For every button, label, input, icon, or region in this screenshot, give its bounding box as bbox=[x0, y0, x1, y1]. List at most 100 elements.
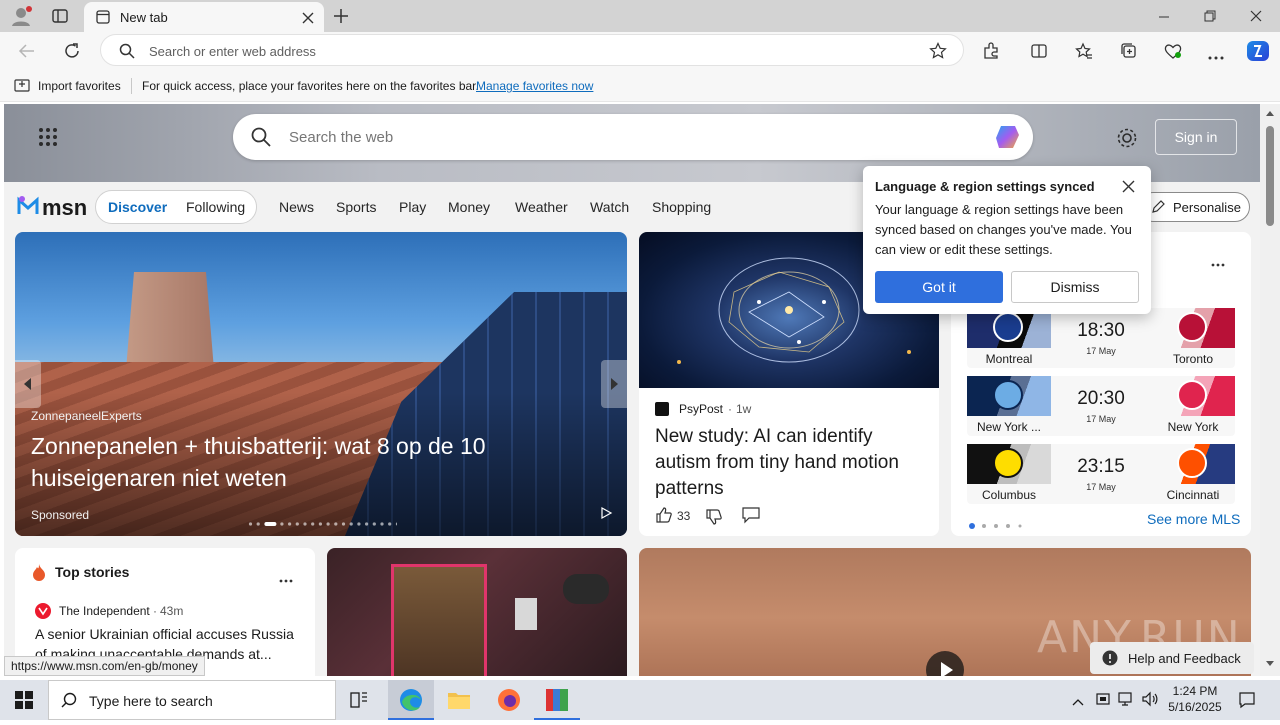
hero-source: ZonnepaneelExperts bbox=[31, 409, 142, 423]
task-view-icon[interactable] bbox=[349, 690, 369, 710]
article-dot: · bbox=[728, 402, 732, 416]
sign-in-button[interactable]: Sign in bbox=[1155, 119, 1237, 155]
edge-taskbar-icon[interactable] bbox=[388, 680, 434, 720]
camera-story-card[interactable] bbox=[327, 548, 627, 676]
web-search-placeholder: Search the web bbox=[289, 129, 394, 146]
tab-new-tab[interactable]: New tab bbox=[84, 2, 324, 32]
ad-choices-icon[interactable] bbox=[599, 506, 613, 520]
got-it-button[interactable]: Got it bbox=[875, 271, 1003, 303]
pencil-icon bbox=[1151, 200, 1165, 214]
match-date: 17 May bbox=[1086, 346, 1116, 356]
carousel-prev-button[interactable] bbox=[15, 360, 41, 408]
back-icon[interactable] bbox=[18, 42, 36, 60]
restore-button[interactable] bbox=[1204, 9, 1216, 22]
nav-shopping[interactable]: Shopping bbox=[652, 199, 711, 215]
nav-play[interactable]: Play bbox=[399, 199, 426, 215]
taskbar-search[interactable]: Type here to search bbox=[48, 680, 336, 720]
import-favorites-button[interactable]: Import favorites bbox=[38, 79, 121, 93]
status-url: https://www.msn.com/en-gb/money bbox=[4, 656, 205, 676]
popup-close-icon[interactable] bbox=[1122, 180, 1135, 193]
top-stories-more-icon[interactable] bbox=[279, 570, 293, 583]
carousel-next-button[interactable] bbox=[601, 360, 627, 408]
nav-news[interactable]: News bbox=[279, 199, 314, 215]
match-row[interactable]: 23:15 17 May Columbus Cincinnati bbox=[967, 444, 1235, 504]
personalise-button[interactable]: Personalise bbox=[1138, 192, 1250, 222]
volume-icon[interactable] bbox=[1141, 691, 1159, 707]
nyrb-logo-icon bbox=[1177, 380, 1207, 410]
dislike-icon[interactable] bbox=[705, 508, 723, 526]
hero-headline[interactable]: Zonnepanelen + thuisbatterij: wat 8 op d… bbox=[31, 430, 551, 494]
play-button[interactable] bbox=[926, 651, 964, 676]
msn-logo-text[interactable]: msn bbox=[42, 195, 87, 221]
refresh-icon[interactable] bbox=[63, 42, 81, 60]
notifications-icon[interactable] bbox=[1238, 691, 1256, 709]
match-time: 20:30 bbox=[1077, 388, 1125, 409]
settings-gear-icon[interactable] bbox=[1116, 127, 1138, 149]
new-tab-button[interactable] bbox=[332, 7, 350, 25]
firefox-icon[interactable] bbox=[497, 688, 521, 712]
profile-icon[interactable] bbox=[10, 5, 32, 27]
copilot-search-icon[interactable] bbox=[993, 123, 1023, 151]
psypost-logo-icon bbox=[655, 402, 669, 416]
show-hidden-icons[interactable] bbox=[1072, 694, 1084, 706]
settings-synced-popup: Language & region settings synced Your l… bbox=[863, 166, 1151, 314]
tab-discover[interactable]: Discover bbox=[108, 199, 167, 215]
article-headline[interactable]: New study: AI can identify autism from t… bbox=[655, 424, 925, 502]
tab-title: New tab bbox=[120, 10, 168, 25]
favorites-icon[interactable] bbox=[1075, 42, 1093, 60]
manage-favorites-link[interactable]: Manage favorites now bbox=[476, 79, 593, 93]
defender-tray-icon[interactable] bbox=[1095, 691, 1111, 707]
tab-actions-icon[interactable] bbox=[52, 8, 68, 24]
carousel-dots[interactable] bbox=[247, 514, 399, 526]
apps-grid-icon[interactable] bbox=[38, 127, 58, 147]
nav-sports[interactable]: Sports bbox=[336, 199, 376, 215]
match-row[interactable]: 18:30 17 May Montreal Toronto bbox=[967, 308, 1235, 368]
copilot-icon[interactable] bbox=[1245, 39, 1271, 63]
winrar-icon[interactable] bbox=[534, 680, 580, 720]
windows-start-icon[interactable] bbox=[15, 691, 33, 709]
nav-money[interactable]: Money bbox=[448, 199, 490, 215]
tab-following[interactable]: Following bbox=[186, 199, 245, 215]
favorites-bar: Import favorites For quick access, place… bbox=[0, 70, 1280, 102]
article-age: 1w bbox=[736, 402, 752, 416]
match-row[interactable]: 20:30 17 May New York ... New York bbox=[967, 376, 1235, 436]
help-feedback-button[interactable]: Help and Feedback bbox=[1090, 642, 1254, 674]
mls-pager-dots[interactable] bbox=[969, 516, 1029, 529]
like-icon[interactable] bbox=[655, 506, 673, 524]
title-bar: New tab bbox=[0, 0, 1280, 32]
taskbar-search-placeholder: Type here to search bbox=[89, 693, 213, 709]
top-stories-title[interactable]: Top stories bbox=[55, 564, 129, 580]
favorite-star-icon[interactable] bbox=[929, 42, 947, 60]
minimize-button[interactable] bbox=[1158, 10, 1170, 22]
vertical-scrollbar[interactable] bbox=[1260, 104, 1280, 676]
nav-weather[interactable]: Weather bbox=[515, 199, 568, 215]
browser-essentials-icon[interactable] bbox=[1163, 42, 1183, 60]
dismiss-button[interactable]: Dismiss bbox=[1011, 271, 1139, 303]
web-search-box[interactable]: Search the web bbox=[233, 114, 1033, 160]
nav-watch[interactable]: Watch bbox=[590, 199, 629, 215]
file-explorer-icon[interactable] bbox=[447, 689, 471, 711]
search-icon bbox=[61, 692, 77, 708]
see-more-mls-link[interactable]: See more MLS bbox=[1147, 511, 1240, 527]
search-icon bbox=[251, 127, 271, 147]
article-source: PsyPost bbox=[679, 402, 724, 416]
collections-icon[interactable] bbox=[1120, 42, 1138, 60]
close-window-button[interactable] bbox=[1250, 9, 1262, 22]
msn-page: Search the web Sign in msn Discover Foll… bbox=[4, 104, 1260, 676]
comment-icon[interactable] bbox=[741, 506, 761, 524]
network-icon[interactable] bbox=[1117, 691, 1135, 707]
more-options-icon[interactable] bbox=[1207, 48, 1225, 60]
extensions-icon[interactable] bbox=[982, 42, 1000, 60]
taskbar-clock[interactable]: 1:24 PM 5/16/2025 bbox=[1160, 683, 1230, 715]
close-tab-icon[interactable] bbox=[302, 11, 314, 24]
cincinnati-logo-icon bbox=[1177, 448, 1207, 478]
match-time: 23:15 bbox=[1077, 456, 1125, 477]
carousel-dot bbox=[334, 522, 338, 526]
msn-logo-icon[interactable] bbox=[16, 194, 40, 218]
address-bar[interactable]: Search or enter web address bbox=[100, 34, 964, 66]
split-screen-icon[interactable] bbox=[1030, 42, 1048, 60]
hero-card[interactable]: ZonnepaneelExperts Zonnepanelen + thuisb… bbox=[15, 232, 627, 536]
mls-more-options-icon[interactable] bbox=[1211, 254, 1225, 267]
match-date: 17 May bbox=[1086, 414, 1116, 424]
toronto-logo-icon bbox=[1177, 312, 1207, 342]
